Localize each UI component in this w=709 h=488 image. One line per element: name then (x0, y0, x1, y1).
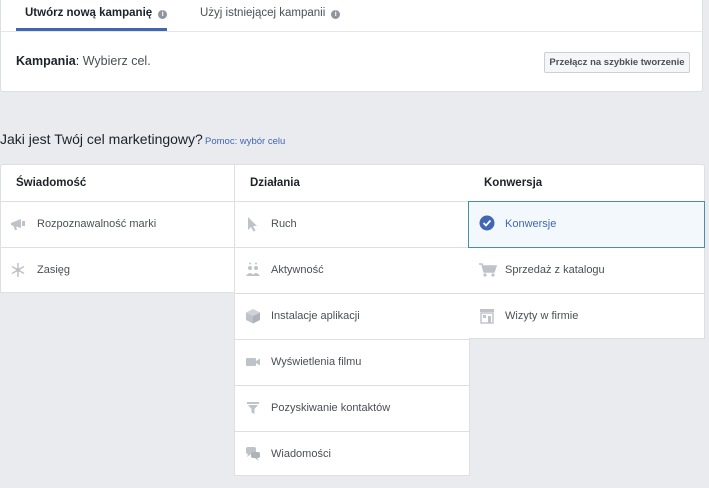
cart-icon (479, 262, 497, 278)
objective-reach[interactable]: Zasięg (1, 248, 235, 294)
objective-label: Ruch (271, 218, 297, 230)
objective-label: Instalacje aplikacji (271, 310, 360, 322)
column-awareness: Świadomość Rozpoznawalność marki Zasięg (0, 164, 235, 293)
column-title: Działania (235, 165, 469, 202)
campaign-card: Utwórz nową kampanię i Użyj istniejącej k… (0, 0, 703, 92)
objective-label: Aktywność (271, 264, 324, 276)
objective-engagement[interactable]: Aktywność (235, 248, 469, 294)
tab-label: Utwórz nową kampanię (25, 7, 153, 19)
tab-label: Użyj istniejącej kampanii (200, 7, 326, 19)
funnel-icon (245, 400, 261, 416)
tab-use-existing-campaign[interactable]: Użyj istniejącej kampanii i (200, 0, 341, 31)
objective-messages[interactable]: Wiadomości (235, 432, 469, 478)
objective-label: Wyświetlenia filmu (271, 356, 362, 368)
box-icon (245, 308, 261, 324)
campaign-label: Kampania (16, 54, 76, 68)
help-link[interactable]: Pomoc: wybór celu (205, 136, 285, 147)
campaign-objective-line: Kampania: Wybierz cel. (16, 54, 151, 68)
tab-create-new-campaign[interactable]: Utwórz nową kampanię i (16, 0, 168, 31)
objective-label: Sprzedaż z katalogu (505, 264, 605, 276)
objective-label: Wizyty w firmie (505, 310, 579, 322)
marketing-objective-question: Jaki jest Twój cel marketingowy? (0, 131, 203, 147)
column-consideration: Działania Ruch Aktywność Instalacje apli… (234, 164, 470, 476)
snowflake-icon (10, 262, 26, 278)
objective-label: Konwersje (505, 218, 557, 230)
objective-app-installs[interactable]: Instalacje aplikacji (235, 294, 469, 340)
check-circle-icon (479, 215, 495, 231)
objective-label: Zasięg (37, 264, 71, 276)
chat-icon (245, 446, 261, 462)
objective-video-views[interactable]: Wyświetlenia filmu (235, 340, 469, 386)
objective-label: Pozyskiwanie kontaktów (271, 402, 391, 414)
column-title: Konwersja (469, 165, 704, 202)
objective-catalog-sales[interactable]: Sprzedaż z katalogu (469, 248, 704, 294)
column-conversion: Konwersja Konwersje Sprzedaż z katalogu … (468, 164, 705, 340)
objective-label: Rozpoznawalność marki (37, 218, 157, 230)
objective-label: Wiadomości (271, 448, 331, 460)
switch-quick-creation-button[interactable]: Przełącz na szybkie tworzenie (544, 52, 690, 73)
objective-store-visits[interactable]: Wizyty w firmie (469, 294, 704, 340)
info-icon[interactable]: i (331, 10, 341, 19)
objective-conversions[interactable]: Konwersje (468, 201, 705, 248)
video-icon (245, 354, 261, 370)
objective-grid: Świadomość Rozpoznawalność marki Zasięg … (0, 164, 705, 476)
objective-brand-awareness[interactable]: Rozpoznawalność marki (1, 202, 235, 248)
store-icon (479, 308, 495, 324)
objective-traffic[interactable]: Ruch (235, 202, 469, 248)
column-title: Świadomość (1, 165, 235, 202)
objective-lead-generation[interactable]: Pozyskiwanie kontaktów (235, 386, 469, 432)
campaign-value: Wybierz cel. (79, 54, 151, 68)
tab-bar: Utwórz nową kampanię i Użyj istniejącej k… (1, 0, 702, 32)
cursor-icon (245, 216, 261, 232)
info-icon[interactable]: i (158, 10, 168, 19)
people-icon (245, 262, 261, 278)
megaphone-icon (10, 216, 26, 232)
